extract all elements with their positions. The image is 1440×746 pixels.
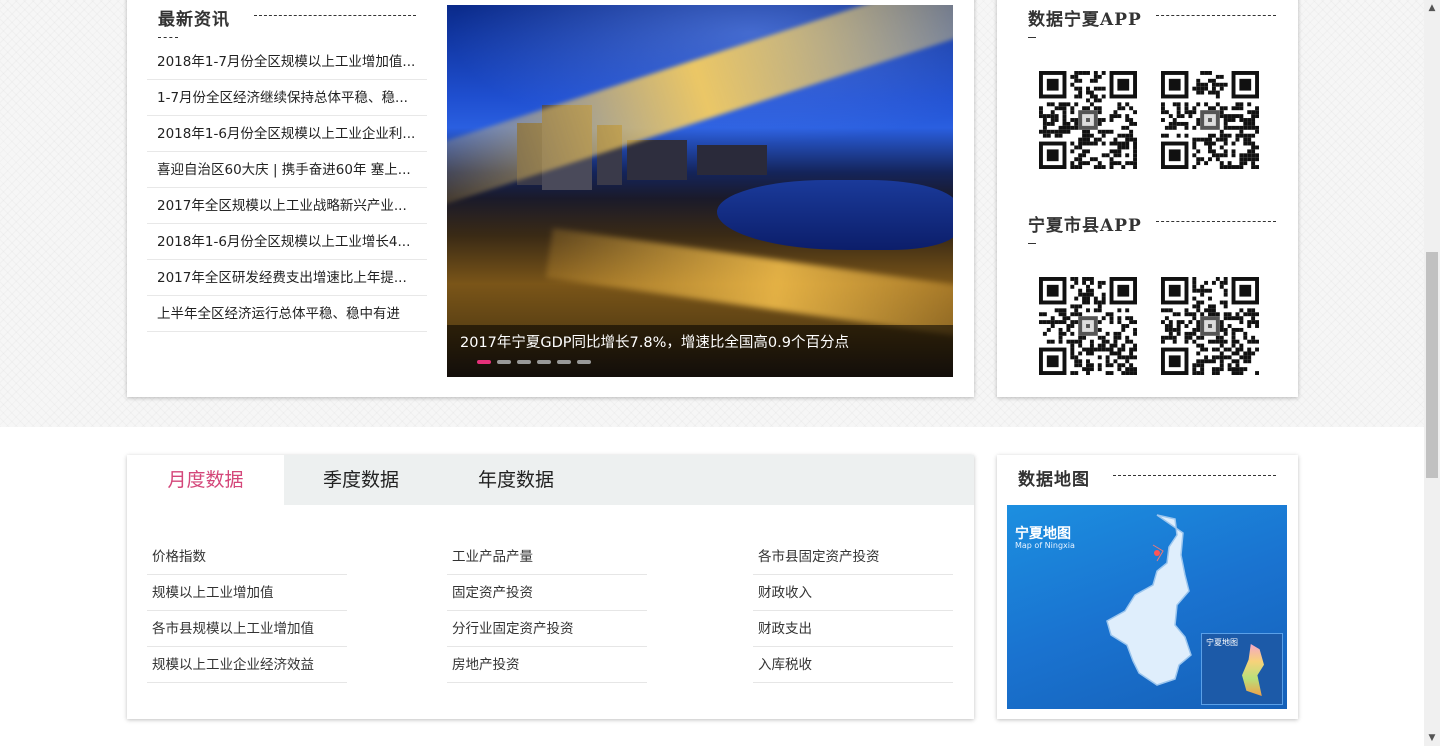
ningxia-map-image[interactable]: 宁夏地图 Map of Ningxia 宁夏地图 <box>1007 505 1287 709</box>
news-title: 最新资讯 <box>158 10 230 30</box>
slider-caption[interactable]: 2017年宁夏GDP同比增长7.8%，增速比全国高0.9个百分点 <box>460 331 849 352</box>
news-item[interactable]: 喜迎自治区60大庆 | 携手奋进60年 塞上... <box>147 153 427 188</box>
news-item[interactable]: 2018年1-6月份全区规模以上工业增长4... <box>147 225 427 260</box>
data-links-col-1: 价格指数 规模以上工业增加值 各市县规模以上工业增加值 规模以上工业企业经济效益 <box>147 540 347 684</box>
qr-code-android[interactable] <box>1161 277 1259 375</box>
news-title-rule-2 <box>158 37 178 38</box>
slider-building <box>697 145 767 175</box>
slider-building <box>627 140 687 180</box>
map-title-rule <box>1113 475 1276 476</box>
news-slider[interactable]: 2017年宁夏GDP同比增长7.8%，增速比全国高0.9个百分点 <box>447 5 953 377</box>
qr-code-ios[interactable] <box>1039 71 1137 169</box>
map-inset: 宁夏地图 <box>1201 633 1283 705</box>
map-title: 数据地图 <box>1018 470 1090 490</box>
tab-monthly[interactable]: 月度数据 <box>127 455 284 505</box>
data-link[interactable]: 财政支出 <box>753 612 953 647</box>
data-link[interactable]: 规模以上工业企业经济效益 <box>147 648 347 683</box>
qr-code-android[interactable] <box>1161 71 1259 169</box>
map-inset-title: 宁夏地图 <box>1206 638 1238 647</box>
news-item[interactable]: 2017年全区规模以上工业战略新兴产业... <box>147 189 427 224</box>
qr-code-ios[interactable] <box>1039 277 1137 375</box>
news-item[interactable]: 2017年全区研发经费支出增速比上年提... <box>147 261 427 296</box>
slider-dot[interactable] <box>557 360 571 364</box>
data-link[interactable]: 固定资产投资 <box>447 576 647 611</box>
app-title-rule <box>1156 15 1276 16</box>
data-link[interactable]: 入库税收 <box>753 648 953 683</box>
slider-dots <box>477 360 591 364</box>
data-link[interactable]: 价格指数 <box>147 540 347 575</box>
slider-dot[interactable] <box>497 360 511 364</box>
news-item[interactable]: 2018年1-7月份全区规模以上工业增加值... <box>147 45 427 80</box>
data-link[interactable]: 工业产品产量 <box>447 540 647 575</box>
news-item[interactable]: 1-7月份全区经济继续保持总体平稳、稳... <box>147 81 427 116</box>
scroll-thumb[interactable] <box>1426 252 1438 478</box>
tab-annual[interactable]: 年度数据 <box>438 455 594 505</box>
data-link[interactable]: 分行业固定资产投资 <box>447 612 647 647</box>
scroll-up-arrow-icon[interactable]: ▲ <box>1424 0 1440 16</box>
news-list: 2018年1-7月份全区规模以上工业增加值... 1-7月份全区经济继续保持总体… <box>147 45 427 333</box>
slider-dot[interactable] <box>477 360 491 364</box>
app-title-rule-2 <box>1028 37 1036 38</box>
tab-quarterly[interactable]: 季度数据 <box>284 455 438 505</box>
slider-dot[interactable] <box>577 360 591 364</box>
app-counties-title: 宁夏市县APP <box>1028 216 1142 236</box>
app-title-rule-2 <box>1028 243 1036 244</box>
app-title-rule <box>1156 221 1276 222</box>
data-links-col-2: 工业产品产量 固定资产投资 分行业固定资产投资 房地产投资 <box>447 540 647 684</box>
data-link[interactable]: 各市县规模以上工业增加值 <box>147 612 347 647</box>
page-scrollbar[interactable]: ▲ ▼ <box>1424 0 1440 746</box>
slider-dot[interactable] <box>537 360 551 364</box>
news-item[interactable]: 2018年1-6月份全区规模以上工业企业利... <box>147 117 427 152</box>
scroll-down-arrow-icon[interactable]: ▼ <box>1424 730 1440 746</box>
data-link[interactable]: 各市县固定资产投资 <box>753 540 953 575</box>
data-links-col-3: 各市县固定资产投资 财政收入 财政支出 入库税收 <box>753 540 953 684</box>
data-link[interactable]: 财政收入 <box>753 576 953 611</box>
news-item[interactable]: 上半年全区经济运行总体平稳、稳中有进 <box>147 297 427 332</box>
news-title-rule <box>254 15 416 16</box>
slider-dot[interactable] <box>517 360 531 364</box>
slider-water <box>717 180 953 250</box>
app-ningxia-title: 数据宁夏APP <box>1028 10 1142 30</box>
map-inset-shape <box>1242 644 1264 696</box>
data-link[interactable]: 房地产投资 <box>447 648 647 683</box>
data-link[interactable]: 规模以上工业增加值 <box>147 576 347 611</box>
